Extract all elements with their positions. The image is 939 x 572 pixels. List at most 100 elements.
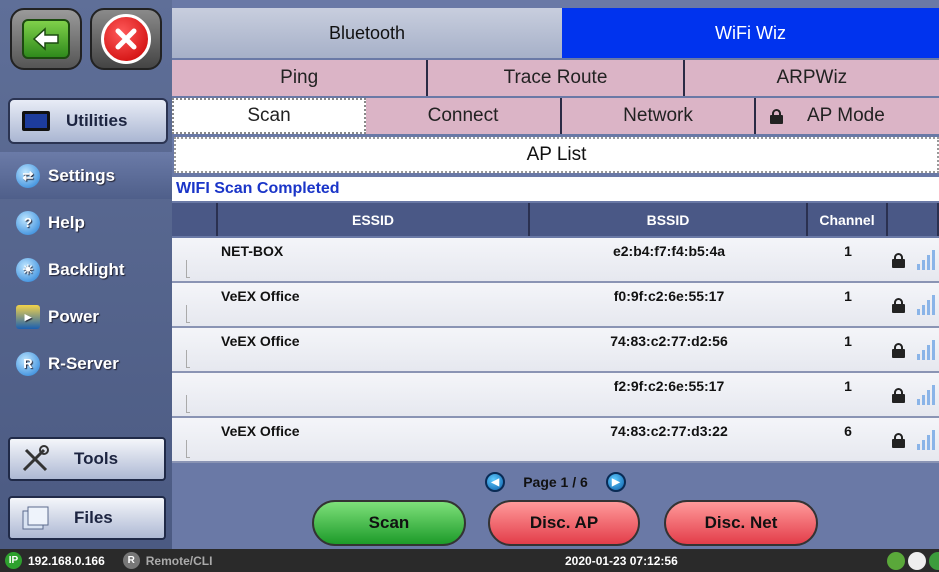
table-row[interactable]: VeEX Office 74:83:c2:77:d3:22 6 [172, 418, 939, 463]
row-grip-icon [186, 440, 190, 458]
sidebar-item-label: Help [48, 212, 85, 232]
channel-cell: 1 [844, 243, 852, 259]
bssid-cell: f0:9f:c2:6e:55:17 [613, 288, 725, 304]
channel-cell: 1 [844, 288, 852, 304]
tools-icon [22, 445, 49, 472]
bluetooth-status-icon [908, 551, 926, 570]
row-grip-icon [186, 260, 190, 278]
third-tab-row: Scan Connect Network AP Mode [172, 98, 939, 134]
files-icon [22, 506, 49, 530]
utilities-label: Utilities [66, 111, 128, 130]
r-server-icon: R [16, 351, 40, 376]
essid-cell: VeEX Office [221, 288, 300, 304]
sidebar-item-r-server[interactable]: R R-Server [0, 340, 172, 387]
ap-table: NET-BOX e2:b4:f7:f4:b5:4a 1 VeEX Office … [172, 238, 939, 463]
status-icons [887, 551, 939, 570]
wifi-status-icon [887, 551, 905, 570]
sidebar-item-backlight[interactable]: ☀ Backlight [0, 246, 172, 293]
tab-arpwiz[interactable]: ARPWiz [682, 60, 939, 96]
table-row[interactable]: f2:9f:c2:6e:55:17 1 [172, 373, 939, 418]
backlight-icon: ☀ [16, 257, 40, 282]
remote-icon: R [122, 552, 140, 569]
ap-list-title[interactable]: AP List [174, 137, 939, 173]
essid-cell: NET-BOX [221, 243, 284, 259]
signal-icon [917, 430, 935, 450]
pager: ◀ Page 1 / 6 ▶ [172, 468, 939, 496]
tab-network[interactable]: Network [560, 98, 754, 134]
bssid-cell: 74:83:c2:77:d3:22 [610, 423, 728, 439]
tab-trace-route[interactable]: Trace Route [426, 60, 683, 96]
lock-icon [892, 253, 905, 268]
column-header-blank [172, 203, 218, 236]
row-grip-icon [186, 350, 190, 368]
essid-cell: VeEX Office [221, 423, 300, 439]
table-row[interactable]: VeEX Office f0:9f:c2:6e:55:17 1 [172, 283, 939, 328]
tab-bluetooth[interactable]: Bluetooth [172, 8, 562, 58]
channel-cell: 6 [844, 423, 852, 439]
tools-button[interactable]: Tools [8, 437, 166, 481]
sidebar-menu: ⇄ Settings ? Help ☀ Backlight ▸ Power R … [0, 152, 172, 387]
second-tab-row: Ping Trace Route ARPWiz [172, 60, 939, 96]
lock-icon [892, 343, 905, 358]
power-icon: ▸ [16, 304, 40, 329]
channel-cell: 1 [844, 333, 852, 349]
previous-page-icon[interactable]: ◀ [485, 472, 506, 492]
column-header-channel[interactable]: Channel [808, 203, 888, 236]
scan-status: WIFI Scan Completed [172, 177, 939, 201]
sidebar: Utilities ⇄ Settings ? Help ☀ Backlight … [0, 0, 172, 549]
tab-connect[interactable]: Connect [366, 98, 560, 134]
back-arrow-icon [22, 19, 70, 59]
page-indicator: Page 1 / 6 [523, 474, 588, 490]
row-grip-icon [186, 305, 190, 323]
tab-ping[interactable]: Ping [172, 60, 427, 96]
next-page-icon[interactable]: ▶ [605, 472, 626, 492]
table-row[interactable]: VeEX Office 74:83:c2:77:d2:56 1 [172, 328, 939, 373]
tab-scan[interactable]: Scan [172, 98, 366, 134]
utilities-tab[interactable]: Utilities [8, 98, 168, 144]
sidebar-item-power[interactable]: ▸ Power [0, 293, 172, 340]
bssid-cell: e2:b4:f7:f4:b5:4a [612, 243, 726, 259]
signal-icon [917, 295, 935, 315]
files-label: Files [74, 508, 113, 527]
table-row[interactable]: NET-BOX e2:b4:f7:f4:b5:4a 1 [172, 238, 939, 283]
column-header-bssid[interactable]: BSSID [530, 203, 808, 236]
disc-ap-button[interactable]: Disc. AP [488, 500, 640, 546]
remote-status: Remote/CLI [145, 553, 213, 568]
sidebar-item-label: Settings [48, 165, 116, 185]
channel-cell: 1 [844, 378, 852, 394]
row-grip-icon [186, 395, 190, 413]
tools-label: Tools [74, 449, 119, 468]
scan-button[interactable]: Scan [312, 500, 466, 546]
tab-wifi-wiz[interactable]: WiFi Wiz [562, 8, 939, 58]
tab-ap-mode[interactable]: AP Mode [754, 98, 939, 134]
main-panel: Bluetooth WiFi Wiz Ping Trace Route ARPW… [172, 0, 939, 549]
sidebar-item-settings[interactable]: ⇄ Settings [0, 152, 172, 199]
status-bar: IP 192.168.0.166 R Remote/CLI 2020-01-23… [0, 549, 939, 572]
disc-net-button[interactable]: Disc. Net [664, 500, 818, 546]
close-button[interactable] [90, 8, 162, 70]
datetime: 2020-01-23 07:12:56 [565, 553, 678, 568]
lock-icon [892, 433, 905, 448]
column-header-essid[interactable]: ESSID [218, 203, 530, 236]
table-header: ESSID BSSID Channel [172, 203, 939, 236]
ip-address: 192.168.0.166 [28, 553, 105, 568]
lock-icon [892, 298, 905, 313]
signal-icon [917, 340, 935, 360]
tab-ap-mode-label: AP Mode [807, 105, 885, 126]
signal-icon [917, 385, 935, 405]
sidebar-item-label: Backlight [48, 259, 125, 279]
settings-icon: ⇄ [16, 163, 40, 188]
bssid-cell: 74:83:c2:77:d2:56 [610, 333, 728, 349]
sidebar-item-label: R-Server [48, 353, 119, 373]
help-icon: ? [16, 210, 40, 235]
column-header-security [888, 203, 939, 236]
sidebar-item-label: Power [48, 306, 100, 326]
close-icon [101, 14, 151, 64]
files-button[interactable]: Files [8, 496, 166, 540]
bssid-cell: f2:9f:c2:6e:55:17 [613, 378, 725, 394]
back-button[interactable] [10, 8, 82, 70]
signal-icon [917, 250, 935, 270]
sidebar-item-help[interactable]: ? Help [0, 199, 172, 246]
lock-icon [892, 388, 905, 403]
lock-icon [770, 108, 783, 124]
